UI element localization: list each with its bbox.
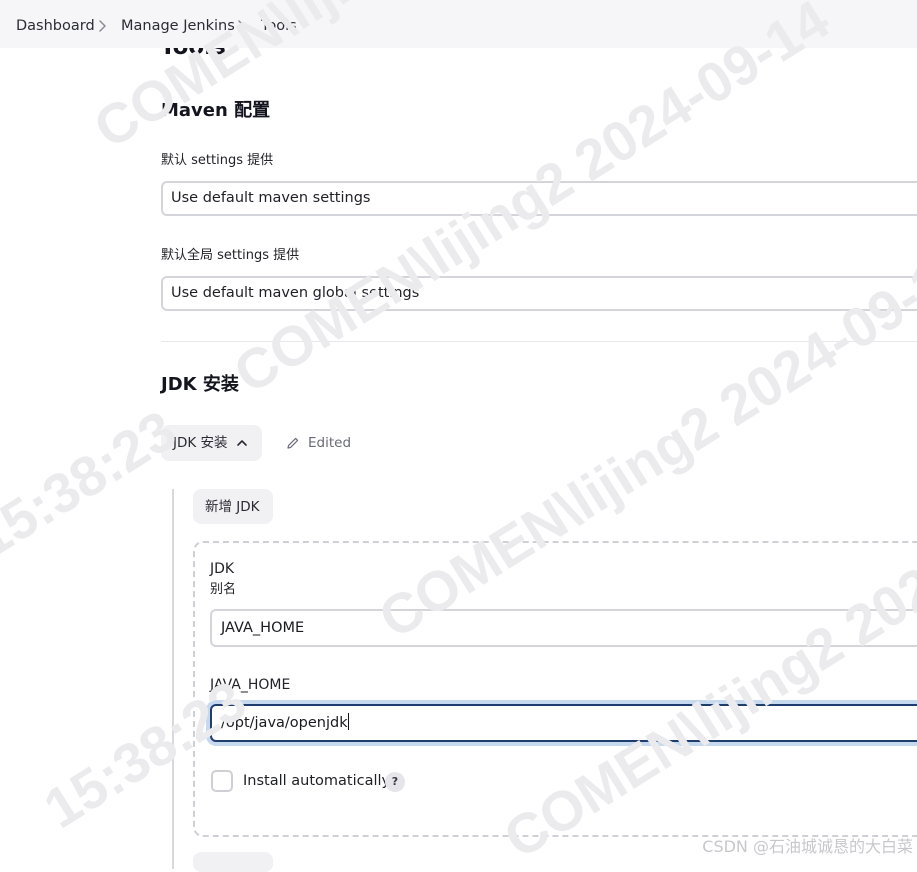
chevron-right-icon bbox=[238, 20, 245, 32]
jdk-section-title: JDK 安装 bbox=[161, 374, 239, 395]
jdk-collapse-label: JDK 安装 bbox=[173, 435, 228, 451]
maven-settings-label: 默认 settings 提供 bbox=[161, 153, 274, 168]
maven-section-title: Maven 配置 bbox=[161, 100, 271, 121]
install-automatically-checkbox[interactable] bbox=[211, 770, 233, 792]
maven-global-settings-select[interactable]: Use default maven global settings bbox=[161, 276, 917, 311]
pencil-icon bbox=[287, 437, 299, 449]
java-home-label: JAVA_HOME bbox=[210, 677, 291, 693]
breadcrumb: Dashboard Manage Jenkins Tools bbox=[0, 0, 917, 48]
text-caret bbox=[347, 713, 349, 730]
csdn-watermark: CSDN @石油城诚恳的大白菜 bbox=[702, 837, 913, 856]
maven-global-settings-label: 默认全局 settings 提供 bbox=[161, 248, 300, 263]
chevron-right-icon bbox=[99, 20, 106, 32]
edited-label: Edited bbox=[308, 435, 352, 451]
jdk-item-title: JDK bbox=[210, 561, 235, 577]
jdk-alias-label: 别名 bbox=[210, 582, 237, 597]
jdk-alias-input[interactable]: JAVA_HOME bbox=[210, 609, 917, 647]
add-jdk-button[interactable]: 新增 JDK bbox=[193, 489, 273, 524]
breadcrumb-dashboard[interactable]: Dashboard bbox=[16, 16, 95, 36]
watermark-text: 15:38:23 bbox=[0, 398, 186, 570]
chevron-up-icon bbox=[237, 440, 247, 446]
breadcrumb-tools[interactable]: Tools bbox=[261, 16, 297, 36]
partial-button[interactable] bbox=[193, 852, 273, 872]
question-icon[interactable]: ? bbox=[385, 772, 405, 792]
repeatable-rail bbox=[172, 489, 174, 869]
jdk-collapse-button[interactable]: JDK 安装 bbox=[161, 425, 262, 461]
java-home-value: /opt/java/openjdk bbox=[221, 715, 348, 731]
maven-settings-select[interactable]: Use default maven settings bbox=[161, 181, 917, 216]
install-automatically-label[interactable]: Install automatically bbox=[243, 771, 390, 791]
add-jdk-label: 新增 JDK bbox=[205, 499, 260, 515]
section-divider bbox=[161, 341, 917, 342]
breadcrumb-manage-jenkins[interactable]: Manage Jenkins bbox=[121, 16, 235, 36]
jdk-installation-card bbox=[193, 541, 917, 837]
java-home-input[interactable]: /opt/java/openjdk bbox=[210, 704, 917, 742]
